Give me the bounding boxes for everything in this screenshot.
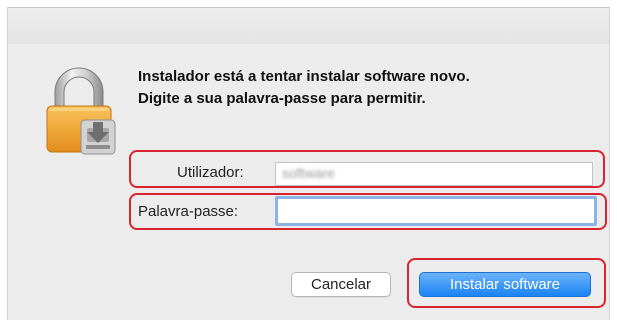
- dialog-titlebar: [8, 8, 609, 44]
- username-value: software: [282, 165, 335, 181]
- auth-message: Instalador está a tentar instalar softwa…: [138, 66, 578, 110]
- message-line-2: Digite a sua palavra-passe para permitir…: [138, 90, 426, 107]
- install-software-button[interactable]: Instalar software: [419, 272, 591, 297]
- lock-icon: [46, 67, 116, 155]
- password-label: Palavra-passe:: [138, 203, 239, 220]
- user-label: Utilizador:: [177, 164, 244, 181]
- message-line-1: Instalador está a tentar instalar softwa…: [138, 68, 470, 85]
- password-field[interactable]: [275, 196, 597, 226]
- username-field[interactable]: software: [275, 162, 593, 186]
- cancel-button[interactable]: Cancelar: [291, 272, 391, 297]
